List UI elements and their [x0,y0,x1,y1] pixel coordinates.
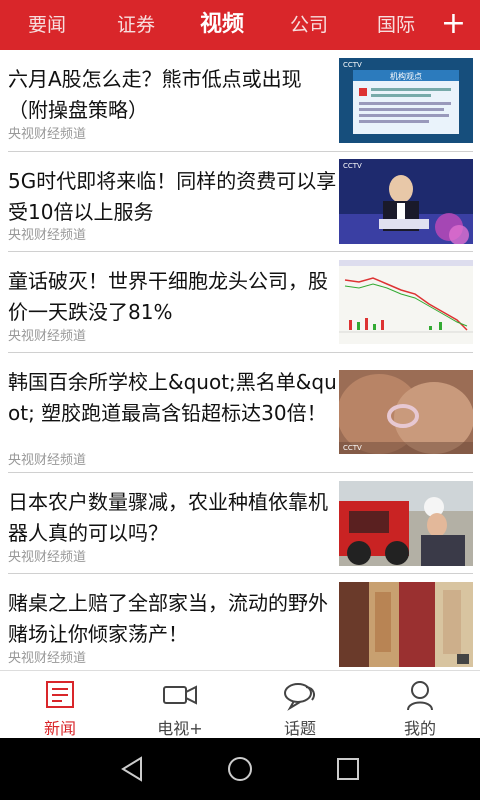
tab-company[interactable]: 公司 [290,0,328,50]
nav-label: 我的 [403,719,436,738]
nav-me[interactable]: 我的 [360,671,480,739]
tab-video[interactable]: 视频 [200,0,244,50]
back-icon[interactable] [117,754,147,784]
video-camera-icon [163,685,197,705]
nav-label: 话题 [283,719,316,738]
article-source: 央视财经频道 [8,127,87,142]
system-nav-bar [0,738,480,800]
article-title: 韩国百余所学校上&quot;黑名单&quot; 塑胶跑道最高含铅超标达30倍！ [8,370,337,425]
article-source: 央视财经频道 [8,453,87,468]
tab-international[interactable]: 国际 [377,0,415,50]
article-source: 央视财经频道 [8,651,87,666]
article-thumbnail: CCTV [339,159,473,244]
list-item[interactable]: 日本农户数量骤减，农业种植依靠机器人真的可以吗？ 央视财经频道 [0,473,480,573]
nav-tv[interactable]: 电视+ [120,671,240,739]
chat-bubbles-icon [284,683,315,711]
bottom-nav: 新闻 电视+ 话题 我的 [0,670,480,739]
article-title: 六月A股怎么走？熊市低点或出现（附操盘策略） [8,67,302,122]
article-title: 童话破灭！世界干细胞龙头公司，股价一天跌没了81% [8,269,328,324]
user-icon [407,681,433,711]
article-source: 央视财经频道 [8,228,87,243]
tab-securities[interactable]: 证券 [117,0,155,50]
tab-headlines[interactable]: 要闻 [28,0,66,50]
nav-news[interactable]: 新闻 [0,671,120,739]
home-icon[interactable] [225,754,255,784]
cctv-logo: CCTV [343,444,362,452]
article-thumbnail: CCTV [339,370,473,454]
article-source: 央视财经频道 [8,550,87,565]
nav-topics[interactable]: 话题 [240,671,360,739]
thumb-heading: 机构观点 [390,71,422,81]
newspaper-icon [46,681,74,708]
top-tab-bar: 要闻 证券 视频 公司 国际 + [0,0,480,50]
nav-label: 电视+ [157,719,203,738]
list-item[interactable]: 韩国百余所学校上&quot;黑名单&quot; 塑胶跑道最高含铅超标达30倍！ … [0,353,480,471]
nav-label: 新闻 [43,719,76,738]
list-item[interactable]: 赌桌之上赔了全部家当，流动的野外赌场让你倾家荡产！ 央视财经频道 [0,574,480,670]
cctv-logo: CCTV [343,61,362,69]
article-title: 5G时代即将来临！同样的资费可以享受10倍以上服务 [8,169,337,224]
list-item[interactable]: 童话破灭！世界干细胞龙头公司，股价一天跌没了81% 央视财经频道 [0,252,480,352]
article-thumbnail [339,582,473,667]
article-thumbnail [339,260,473,344]
article-thumbnail: 机构观点 CCTV [339,58,473,143]
plus-icon[interactable]: + [441,0,466,50]
article-title: 赌桌之上赔了全部家当，流动的野外赌场让你倾家荡产！ [8,591,328,646]
recents-icon[interactable] [333,754,363,784]
list-item[interactable]: 六月A股怎么走？熊市低点或出现（附操盘策略） 央视财经频道 机构观点 CCTV [0,50,480,150]
article-title: 日本农户数量骤减，农业种植依靠机器人真的可以吗？ [8,490,328,545]
article-source: 央视财经频道 [8,329,87,344]
article-thumbnail [339,481,473,566]
cctv-logo: CCTV [343,162,362,170]
list-item[interactable]: 5G时代即将来临！同样的资费可以享受10倍以上服务 央视财经频道 CCTV [0,152,480,251]
